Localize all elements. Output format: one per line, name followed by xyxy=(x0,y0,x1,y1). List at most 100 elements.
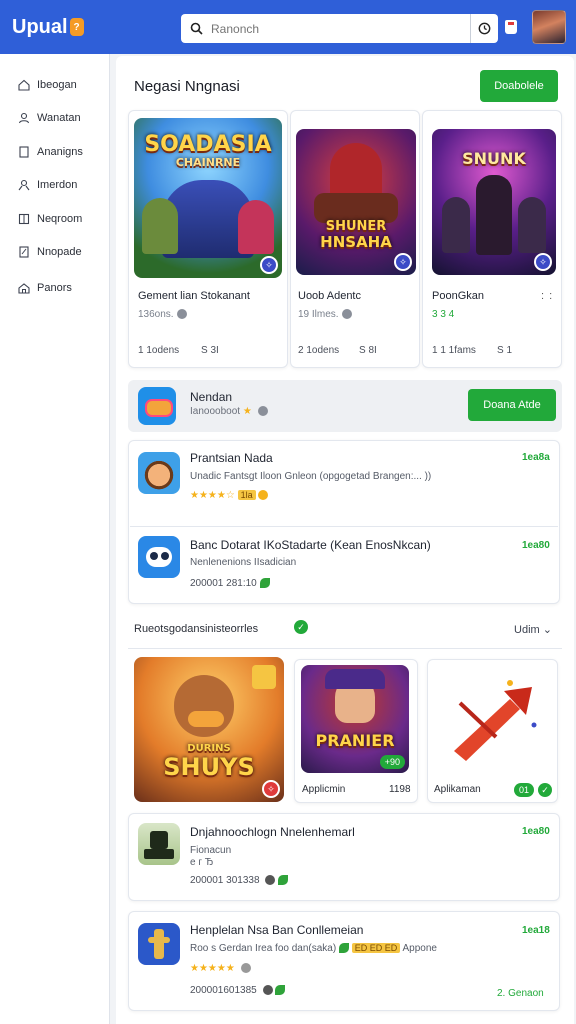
search-icon[interactable] xyxy=(181,22,211,35)
app-desc: Roo s Gerdan Irea foo dan(saka) ED ED ED… xyxy=(190,943,437,954)
artwork-title: SOADASIA xyxy=(144,132,272,157)
app-artwork[interactable]: PRANIER +90 xyxy=(301,665,409,773)
featured-action-button[interactable]: Doabolele xyxy=(480,70,558,102)
app-title[interactable]: Henplelan Nsa Ban Conllemeian xyxy=(190,923,363,937)
app-icon[interactable] xyxy=(138,536,180,578)
people-icon xyxy=(18,112,30,124)
notification-icon[interactable] xyxy=(505,20,517,34)
house-icon xyxy=(18,282,30,294)
sidebar-item-imerdon[interactable]: Imerdon xyxy=(0,169,109,203)
sidebar-item-label: Wanatan xyxy=(37,112,81,125)
sidebar-item-label: Ibeogan xyxy=(37,78,77,91)
app-label: Aplikaman xyxy=(434,784,481,795)
sidebar-item-wanatan[interactable]: Wanatan xyxy=(0,102,109,136)
game-sub: 19 Ilmes. xyxy=(298,309,352,320)
platform-icon: ✧ xyxy=(260,256,278,274)
app-size: 1ea18 xyxy=(522,925,550,936)
user-icon xyxy=(18,179,30,191)
promo-app-icon xyxy=(138,387,176,425)
info-icon xyxy=(176,309,187,320)
sidebar-item-label: Imerdon xyxy=(37,179,78,192)
leaf-icon xyxy=(338,943,349,954)
artwork-title: SNUNK xyxy=(462,149,526,168)
leaf-icon xyxy=(278,875,289,886)
promo-sub: Ianoooboot ★ xyxy=(190,406,268,417)
game-meta: S 1 xyxy=(497,345,513,356)
app-title[interactable]: Prantsian Nada xyxy=(190,451,273,465)
artwork-title: SHUYS xyxy=(163,753,255,781)
leaf-icon xyxy=(259,578,270,589)
app-meta: 200001 301338 xyxy=(190,875,289,886)
promo-button[interactable]: Doana Atde xyxy=(468,389,556,421)
game-meta: S 8I xyxy=(359,345,377,356)
sidebar-item-label: Panors xyxy=(37,281,72,294)
search-input[interactable] xyxy=(211,21,470,36)
game-artwork[interactable]: DURINS SHUYS ✧ xyxy=(134,657,284,802)
sidebar-item-panors[interactable]: Panors xyxy=(0,271,109,305)
app-icon[interactable] xyxy=(138,823,180,865)
chip: ED ED ED xyxy=(351,943,401,953)
row-divider xyxy=(130,526,558,527)
app-icon[interactable] xyxy=(138,452,180,494)
sidebar-item-neqroom[interactable]: Neqroom xyxy=(0,202,109,236)
app-title[interactable]: Dnjahnoochlogn Nnelenhemarl xyxy=(190,825,355,839)
artwork-title: SHUNER xyxy=(325,219,387,234)
app-desc-extra: e г Ђ xyxy=(190,857,214,868)
section-label: Rueotsgodansinisteorrles xyxy=(134,623,259,635)
artwork-subtitle: CHAINRNE xyxy=(175,156,241,169)
game-meta: S 3I xyxy=(201,345,219,356)
section-more[interactable]: Udim ⌄ xyxy=(514,623,552,636)
chip: 1la xyxy=(237,490,256,500)
info-icon xyxy=(341,309,352,320)
artwork-title: PRANIER xyxy=(315,731,395,750)
app-size: 1ea8a xyxy=(522,452,550,463)
section-header: Rueotsgodansinisteorrles ✓ Udim ⌄ xyxy=(128,612,562,649)
game-name: Uoob Adentc xyxy=(298,290,361,302)
section-divider xyxy=(128,648,562,649)
sidebar-item-label: Neqroom xyxy=(37,212,83,225)
top-bar: Upual ? xyxy=(0,0,576,54)
game-artwork[interactable]: SOADASIA CHAINRNE ✧ xyxy=(134,118,282,278)
sidebar-item-ibeogan[interactable]: Ibeogan xyxy=(0,68,109,102)
sidebar-item-label: Nnopade xyxy=(37,246,82,259)
check-icon: ✓ xyxy=(538,783,552,797)
game-sub: 3 3 4 xyxy=(432,309,455,320)
promo-name: Nendan xyxy=(190,390,233,404)
app-logo[interactable]: Upual ? xyxy=(12,16,180,39)
app-rating: ★★★★★ xyxy=(190,963,251,974)
sidebar-item-ananigns[interactable]: Ananigns xyxy=(0,135,109,169)
platform-icon: ✧ xyxy=(394,253,412,271)
home-icon xyxy=(18,79,30,91)
platform-icon: ✧ xyxy=(262,780,280,798)
app-label: Applicmin xyxy=(302,784,346,795)
app-meta: 200001601385 xyxy=(190,985,286,996)
platform-icon: ✧ xyxy=(534,253,552,271)
featured-title: Negasi Nngnasi xyxy=(134,77,240,95)
app-desc: Fionacun xyxy=(190,845,232,856)
sidebar-item-nnopade[interactable]: Nnopade xyxy=(0,236,109,270)
app-title[interactable]: Banc Dotarat IKoStadarte (Kean EnosNkcan… xyxy=(190,538,431,552)
game-meta: 1 1odens xyxy=(138,345,180,356)
app-desc: Nenlenenions IIsadician xyxy=(190,557,297,568)
check-icon: ✓ xyxy=(294,620,308,634)
logo-badge: ? xyxy=(69,18,84,36)
app-icon[interactable] xyxy=(138,923,180,965)
user-avatar[interactable] xyxy=(532,10,566,44)
artwork-subtitle: HNSAHA xyxy=(320,233,392,251)
game-artwork[interactable]: SHUNER HNSAHA ✧ xyxy=(296,129,416,275)
game-sub: 136ons. xyxy=(138,309,187,320)
more-icon[interactable]: : : xyxy=(541,290,553,302)
app-artwork[interactable] xyxy=(440,673,548,769)
featured-header: Negasi Nngnasi Doabolele xyxy=(134,70,558,102)
game-name: PoonGkan xyxy=(432,290,484,302)
game-artwork[interactable]: SNUNK ✧ xyxy=(432,129,556,275)
game-name: Gement lian Stokanant xyxy=(138,290,250,302)
search-bar xyxy=(181,14,498,43)
app-link[interactable]: 2. Genaon xyxy=(497,988,544,999)
count-pill: 01 xyxy=(514,783,535,797)
price-pill: +90 xyxy=(379,755,405,769)
logo-text: Upual xyxy=(12,15,68,38)
app-size: 1ea80 xyxy=(522,540,550,551)
app-size: 1ea80 xyxy=(522,826,550,837)
clock-icon[interactable] xyxy=(470,14,498,43)
